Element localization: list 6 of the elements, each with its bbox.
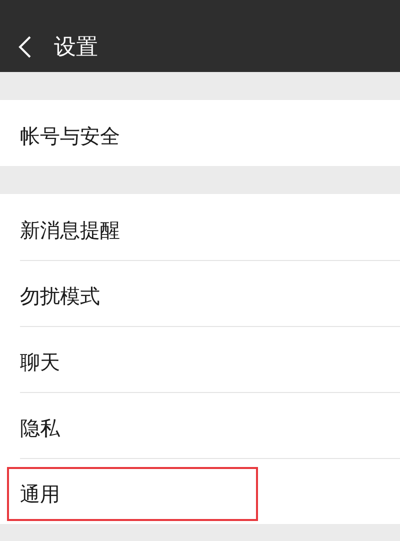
settings-item[interactable]: 通用 [7, 467, 258, 521]
settings-item[interactable]: 勿扰模式 [7, 269, 258, 323]
page-title: 设置 [54, 34, 98, 62]
settings-item[interactable]: 隐私 [7, 401, 258, 455]
settings-item[interactable]: 新消息提醒 [7, 203, 258, 257]
settings-item[interactable]: 聊天 [7, 335, 258, 389]
